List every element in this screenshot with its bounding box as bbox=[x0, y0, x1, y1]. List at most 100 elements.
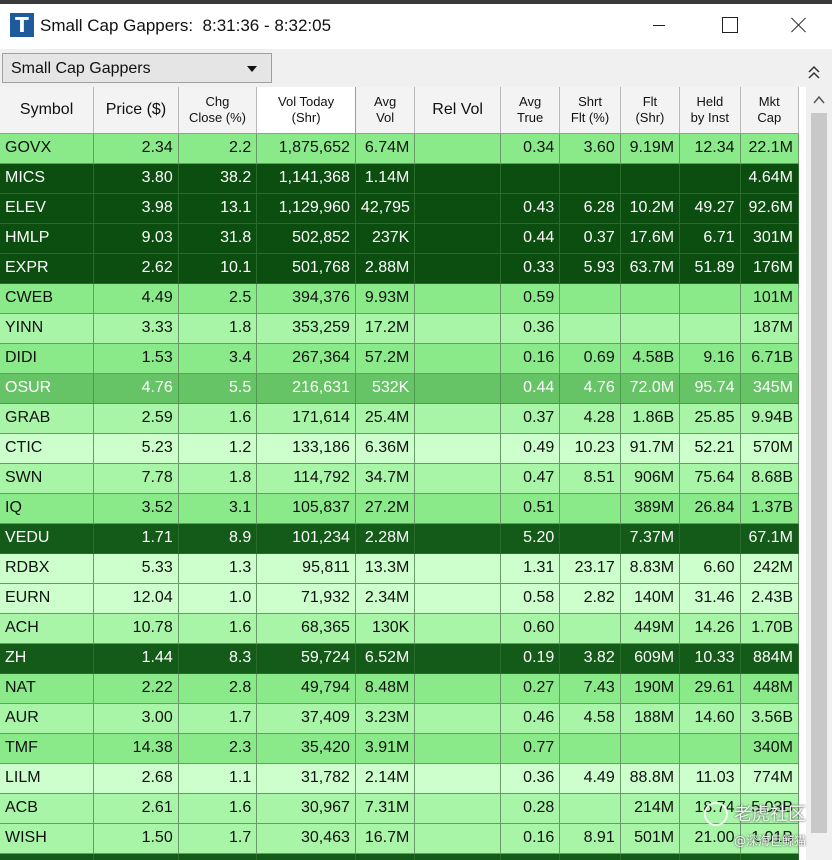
table-row[interactable] bbox=[0, 853, 800, 860]
table-row[interactable]: YINN 3.33 1.8 353,259 17.2M 0.36 187M bbox=[0, 313, 800, 344]
cell-avgtrue: 0.77 bbox=[500, 733, 561, 764]
scrollbar-thumb[interactable] bbox=[811, 113, 827, 833]
table-row[interactable]: VEDU 1.71 8.9 101,234 2.28M 5.20 7.37M 67.1M bbox=[0, 523, 800, 554]
column-header-mktcap[interactable]: Mkt Cap bbox=[740, 87, 800, 134]
table-row[interactable]: ELEV 3.98 13.1 1,129,960 42,795 0.43 6.28 10.2M… bbox=[0, 193, 800, 224]
cell-relvol bbox=[414, 703, 501, 734]
vertical-scrollbar[interactable] bbox=[806, 87, 832, 860]
cell-vol: 49,794 bbox=[256, 673, 356, 704]
cell-price: 2.61 bbox=[93, 793, 179, 824]
cell-avgtrue: 0.34 bbox=[500, 133, 561, 164]
cell-mktcap: 301M bbox=[740, 223, 800, 254]
cell-avgvol: 16.7M bbox=[355, 823, 416, 854]
cell-flt: 449M bbox=[620, 613, 681, 644]
cell-shrt: 23.17 bbox=[559, 553, 621, 584]
cell-vol: 1,129,960 bbox=[256, 193, 356, 224]
cell-relvol bbox=[414, 643, 501, 674]
table-row[interactable]: CWEB 4.49 2.5 394,376 9.93M 0.59 101M bbox=[0, 283, 800, 314]
cell-vol: 501,768 bbox=[256, 253, 356, 284]
table-row[interactable]: OSUR 4.76 5.5 216,631 532K 0.44 4.76 72.0M 95.74… bbox=[0, 373, 800, 404]
strategy-dropdown[interactable]: Small Cap Gappers bbox=[2, 53, 272, 83]
cell-flt: 906M bbox=[620, 463, 681, 494]
cell-shrt: 10.23 bbox=[559, 433, 621, 464]
table-row[interactable]: CTIC 5.23 1.2 133,186 6.36M 0.49 10.23 91.7M 52.… bbox=[0, 433, 800, 464]
table-row[interactable]: HMLP 9.03 31.8 502,852 237K 0.44 0.37 17.6M 6.71… bbox=[0, 223, 800, 254]
cell-shrt bbox=[559, 733, 621, 764]
cell-shrt bbox=[559, 613, 621, 644]
column-header-relvol[interactable]: Rel Vol bbox=[414, 87, 501, 134]
table-row[interactable]: MICS 3.80 38.2 1,141,368 1.14M 4.64M bbox=[0, 163, 800, 194]
table-row[interactable]: EXPR 2.62 10.1 501,768 2.88M 0.33 5.93 63.7M 51.… bbox=[0, 253, 800, 284]
cell-relvol bbox=[414, 673, 501, 704]
cell-relvol bbox=[414, 493, 501, 524]
table-row[interactable]: ACB 2.61 1.6 30,967 7.31M 0.28 214M 18.74 5.03B bbox=[0, 793, 800, 824]
cell-price: 2.22 bbox=[93, 673, 179, 704]
table-row[interactable]: IQ 3.52 3.1 105,837 27.2M 0.51 389M 26.84 1.37B bbox=[0, 493, 800, 524]
cell-relvol bbox=[414, 433, 501, 464]
cell-chg: 5.5 bbox=[178, 373, 258, 404]
cell-mktcap: 5.03B bbox=[740, 793, 800, 824]
cell-held: 29.61 bbox=[679, 673, 741, 704]
table-row[interactable]: GOVX 2.34 2.2 1,875,652 6.74M 0.34 3.60 9.19M 12… bbox=[0, 133, 800, 164]
column-header-held[interactable]: Held by Inst bbox=[679, 87, 741, 134]
cell-shrt: 6.28 bbox=[559, 193, 621, 224]
column-header-chg[interactable]: Chg Close (%) bbox=[178, 87, 258, 134]
cell-chg: 31.8 bbox=[178, 223, 258, 254]
maximize-button[interactable] bbox=[706, 4, 752, 49]
cell-avgvol: 6.36M bbox=[355, 433, 416, 464]
cell-avgtrue: 0.49 bbox=[500, 433, 561, 464]
table-row[interactable]: SWN 7.78 1.8 114,792 34.7M 0.47 8.51 906M 75.64 8… bbox=[0, 463, 800, 494]
table-row[interactable]: GRAB 2.59 1.6 171,614 25.4M 0.37 4.28 1.86B 25.8… bbox=[0, 403, 800, 434]
cell-symbol: ACB bbox=[0, 793, 95, 824]
cell-avgvol bbox=[355, 853, 416, 860]
cell-relvol bbox=[414, 163, 501, 194]
column-header-avgtrue[interactable]: Avg True bbox=[500, 87, 561, 134]
cell-held: 9.16 bbox=[679, 343, 741, 374]
cell-shrt bbox=[559, 853, 621, 860]
table-row[interactable]: ZH 1.44 8.3 59,724 6.52M 0.19 3.82 609M 10.33 884… bbox=[0, 643, 800, 674]
cell-held: 11.03 bbox=[679, 763, 741, 794]
cell-chg: 1.3 bbox=[178, 553, 258, 584]
cell-price: 12.04 bbox=[93, 583, 179, 614]
column-header-flt[interactable]: Flt (Shr) bbox=[620, 87, 681, 134]
cell-mktcap: 8.68B bbox=[740, 463, 800, 494]
cell-vol: 267,364 bbox=[256, 343, 356, 374]
close-button[interactable] bbox=[776, 4, 822, 49]
table-row[interactable]: DIDI 1.53 3.4 267,364 57.2M 0.16 0.69 4.58B 9.16… bbox=[0, 343, 800, 374]
cell-flt: 7.37M bbox=[620, 523, 681, 554]
cell-price: 1.44 bbox=[93, 643, 179, 674]
column-header-price[interactable]: Price ($) bbox=[93, 87, 179, 134]
table-row[interactable]: EURN 12.04 1.0 71,932 2.34M 0.58 2.82 140M 31.46… bbox=[0, 583, 800, 614]
table-row[interactable]: LILM 2.68 1.1 31,782 2.14M 0.36 4.49 88.8M 11.03… bbox=[0, 763, 800, 794]
cell-symbol: ELEV bbox=[0, 193, 95, 224]
cell-mktcap: 67.1M bbox=[740, 523, 800, 554]
column-header-vol[interactable]: Vol Today (Shr) bbox=[256, 87, 356, 134]
cell-chg: 10.1 bbox=[178, 253, 258, 284]
cell-price: 5.23 bbox=[93, 433, 179, 464]
minimize-button[interactable] bbox=[636, 4, 682, 49]
table-row[interactable]: ACH 10.78 1.6 68,365 130K 0.60 449M 14.26 1.70B bbox=[0, 613, 800, 644]
cell-price: 1.50 bbox=[93, 823, 179, 854]
cell-price: 2.68 bbox=[93, 763, 179, 794]
table-row[interactable]: NAT 2.22 2.8 49,794 8.48M 0.27 7.43 190M 29.61 44… bbox=[0, 673, 800, 704]
table-row[interactable]: TMF 14.38 2.3 35,420 3.91M 0.77 340M bbox=[0, 733, 800, 764]
collapse-up-icon[interactable] bbox=[806, 64, 822, 80]
column-header-symbol[interactable]: Symbol bbox=[0, 87, 95, 134]
cell-chg bbox=[178, 853, 258, 860]
cell-vol: 133,186 bbox=[256, 433, 356, 464]
table-row[interactable]: AUR 3.00 1.7 37,409 3.23M 0.46 4.58 188M 14.60 3.… bbox=[0, 703, 800, 734]
cell-chg: 1.6 bbox=[178, 403, 258, 434]
cell-avgtrue: 0.43 bbox=[500, 193, 561, 224]
column-header-shrt[interactable]: Shrt Flt (%) bbox=[559, 87, 621, 134]
table-row[interactable]: RDBX 5.33 1.3 95,811 13.3M 1.31 23.17 8.83M 6.60… bbox=[0, 553, 800, 584]
cell-flt bbox=[620, 733, 681, 764]
cell-mktcap: 6.71B bbox=[740, 343, 800, 374]
cell-symbol: YINN bbox=[0, 313, 95, 344]
scroll-up-arrow-icon[interactable] bbox=[812, 93, 826, 107]
cell-flt bbox=[620, 853, 681, 860]
cell-price: 9.03 bbox=[93, 223, 179, 254]
column-header-avgvol[interactable]: Avg Vol bbox=[355, 87, 416, 134]
table-row[interactable]: WISH 1.50 1.7 30,463 16.7M 0.16 8.91 501M 21.00 1… bbox=[0, 823, 800, 854]
cell-avgtrue: 0.44 bbox=[500, 373, 561, 404]
cell-held: 10.33 bbox=[679, 643, 741, 674]
